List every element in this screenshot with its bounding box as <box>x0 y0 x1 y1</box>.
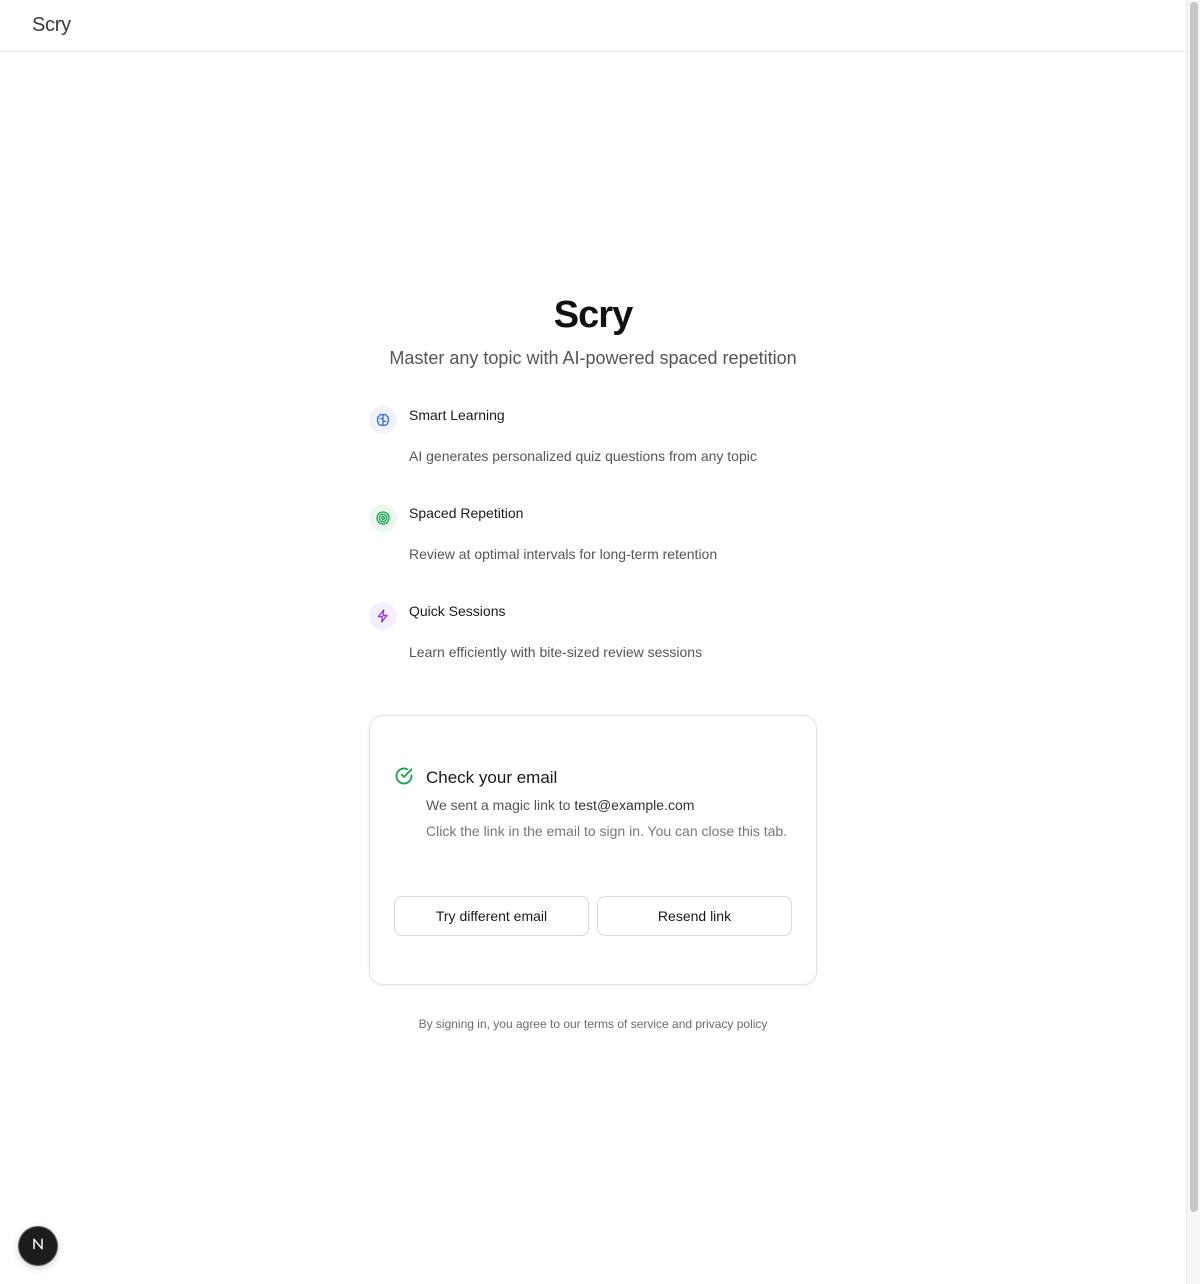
sent-prefix: We sent a magic link to <box>426 797 571 813</box>
try-different-email-button[interactable]: Try different email <box>394 896 589 936</box>
feature-list: Smart Learning AI generates personalized… <box>369 404 817 698</box>
vertical-scrollbar[interactable] <box>1186 0 1200 1284</box>
hero-subtitle: Master any topic with AI-powered spaced … <box>389 348 797 368</box>
resend-link-button[interactable]: Resend link <box>597 896 792 936</box>
top-bar: Scry <box>0 0 1186 52</box>
email-sent-card: Check your email We sent a magic link to… <box>369 715 817 985</box>
feature-description: AI generates personalized quiz questions… <box>409 448 757 464</box>
feature-title: Quick Sessions <box>409 603 506 619</box>
scrollbar-thumb[interactable] <box>1190 2 1198 1212</box>
sent-email-address: test@example.com <box>574 797 695 813</box>
brain-icon <box>369 406 397 434</box>
card-title: Check your email <box>426 768 558 787</box>
feature-item-smart-learning: Smart Learning AI generates personalized… <box>369 404 817 502</box>
feature-item-spaced-repetition: Spaced Repetition Review at optimal inte… <box>369 502 817 600</box>
brand-logo-link[interactable]: Scry <box>32 14 71 37</box>
sent-message: We sent a magic link to test@example.com <box>426 797 694 813</box>
nextjs-logo-icon <box>30 1236 46 1257</box>
target-icon <box>369 504 397 532</box>
check-circle-icon <box>394 766 414 786</box>
feature-title: Spaced Repetition <box>409 505 524 521</box>
page: Scry Scry Master any topic with AI-power… <box>0 0 1200 1284</box>
feature-description: Learn efficiently with bite-sized review… <box>409 644 703 660</box>
hero-title: Scry <box>553 294 633 336</box>
feature-item-quick-sessions: Quick Sessions Learn efficiently with bi… <box>369 600 817 698</box>
feature-title: Smart Learning <box>409 407 505 423</box>
lightning-icon <box>369 602 397 630</box>
legal-notice: By signing in, you agree to our terms of… <box>418 1017 768 1031</box>
instructions-note: Click the link in the email to sign in. … <box>426 823 788 839</box>
nextjs-dev-indicator-button[interactable] <box>19 1227 57 1265</box>
feature-description: Review at optimal intervals for long-ter… <box>409 546 718 562</box>
